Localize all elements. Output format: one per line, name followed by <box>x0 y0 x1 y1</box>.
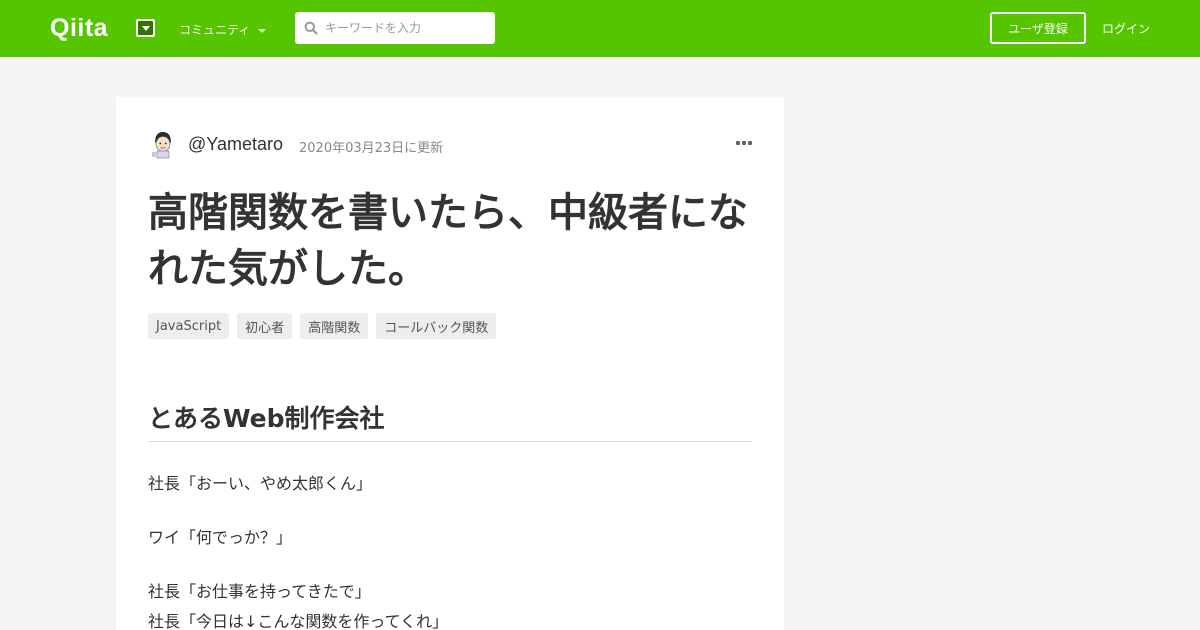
article-title: 高階関数を書いたら、中級者になれた気がした。 <box>148 190 748 292</box>
search-icon <box>304 21 318 35</box>
logo-dropdown-button[interactable] <box>136 19 155 37</box>
author-name[interactable]: @Yametaro <box>188 134 283 155</box>
tag-callback-function[interactable]: コールバック関数 <box>376 313 497 339</box>
body-paragraph: 社長「お仕事を持ってきたで」 <box>148 582 371 601</box>
tag-javascript[interactable]: JavaScript <box>148 313 230 339</box>
body-paragraph: 社長「おーい、やめ太郎くん」 <box>148 474 373 493</box>
more-options-icon[interactable] <box>736 141 752 145</box>
author-avatar[interactable] <box>148 129 178 159</box>
site-header: Qiita コミュニティ ユーザ登録 ログイン <box>0 0 1200 57</box>
search-box[interactable] <box>295 12 495 44</box>
search-input[interactable] <box>325 12 490 44</box>
tag-beginner[interactable]: 初心者 <box>237 313 293 339</box>
signup-button[interactable]: ユーザ登録 <box>990 12 1086 44</box>
chevron-down-icon <box>138 21 153 35</box>
login-link[interactable]: ログイン <box>1102 20 1150 37</box>
section-heading: とあるWeb制作会社 <box>148 399 752 442</box>
tag-higher-order-function[interactable]: 高階関数 <box>300 313 369 339</box>
body-paragraph: ワイ「何でっか？」 <box>148 528 293 547</box>
caret-down-icon <box>258 28 267 33</box>
community-menu[interactable]: コミュニティ <box>179 21 267 38</box>
community-label: コミュニティ <box>179 23 251 37</box>
tag-list: JavaScript 初心者 高階関数 コールバック関数 <box>148 313 497 339</box>
article-card: @Yametaro 2020年03月23日に更新 高階関数を書いたら、中級者にな… <box>116 97 784 630</box>
body-paragraph: 社長「今日は↓こんな関数を作ってくれ」 <box>148 612 449 630</box>
updated-date: 2020年03月23日に更新 <box>299 141 444 156</box>
qiita-logo[interactable]: Qiita <box>50 14 108 42</box>
logo-text: Qiita <box>50 13 109 42</box>
